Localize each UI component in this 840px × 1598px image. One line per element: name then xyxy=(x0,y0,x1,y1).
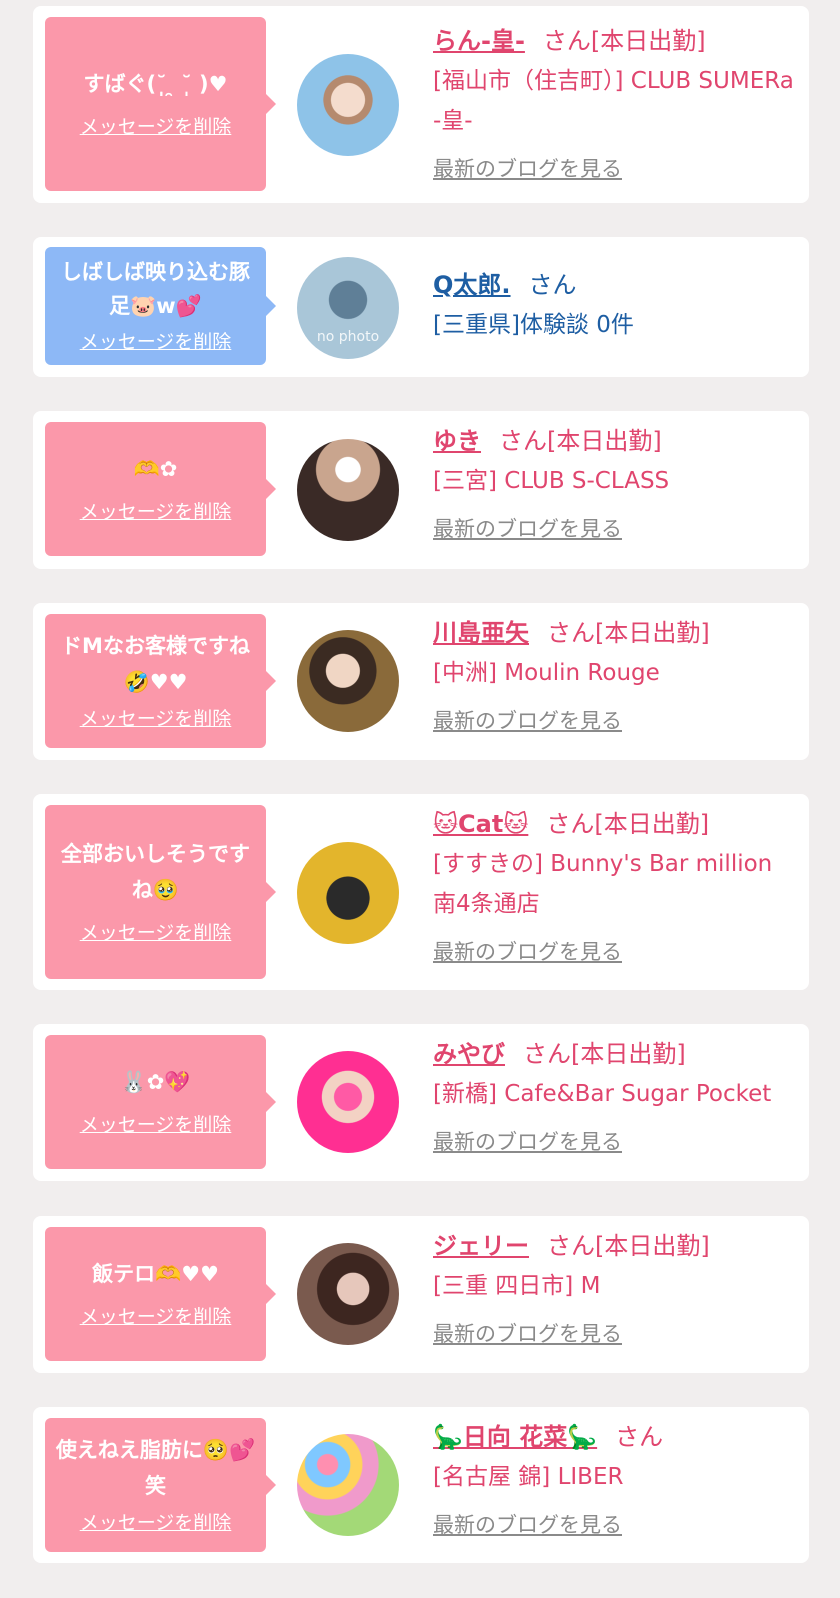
message-bubble: すばぐ(˘̩̩̩ ̯ ˘̩̩̩ )♥ メッセージを削除 xyxy=(45,17,276,191)
sender-status: さん[本日出勤] xyxy=(542,27,706,55)
shop-name: [すすきの] Bunny's Bar million 南4条通店 xyxy=(433,851,773,917)
sender-name-link[interactable]: Q太郎. xyxy=(433,271,511,299)
latest-blog-link[interactable]: 最新のブログを見る xyxy=(433,705,622,737)
delete-message-link[interactable]: メッセージを削除 xyxy=(80,1302,232,1332)
message-card: 使えねえ脂肪に🥺💕笑 メッセージを削除 🦕日向 花菜🦕 さん [名古屋 錦] LI… xyxy=(33,1407,809,1563)
delete-message-link[interactable]: メッセージを削除 xyxy=(80,1508,232,1538)
latest-blog-link[interactable]: 最新のブログを見る xyxy=(433,936,622,968)
sender-status: さん[本日出勤] xyxy=(499,427,662,455)
sender-status: さん xyxy=(528,271,577,299)
sender-name-link[interactable]: 🦕日向 花菜🦕 xyxy=(433,1423,597,1451)
sender-info: ジェリー さん[本日出勤] [三重 四日市] M 最新のブログを見る xyxy=(433,1226,797,1350)
sender-name-link[interactable]: ジェリー xyxy=(433,1232,529,1260)
sender-status: さん xyxy=(615,1423,664,1451)
avatar[interactable] xyxy=(297,630,399,732)
shop-name: [新橋] Cafe&Bar Sugar Pocket xyxy=(433,1081,772,1107)
latest-blog-link[interactable]: 最新のブログを見る xyxy=(433,513,622,545)
delete-message-link[interactable]: メッセージを削除 xyxy=(80,497,232,527)
message-text: ドMなお客様ですね🤣♥♥ xyxy=(61,634,250,694)
sender-name-link[interactable]: らん-皇- xyxy=(433,27,525,55)
delete-message-link[interactable]: メッセージを削除 xyxy=(80,918,232,948)
message-text: 全部おいしそうですね🥹 xyxy=(61,842,250,902)
shop-name: [三重県]体験談 0件 xyxy=(433,312,634,338)
avatar[interactable] xyxy=(297,1243,399,1345)
shop-name: [三宮] CLUB S-CLASS xyxy=(433,468,670,494)
sender-info: 🐱Cat🐱 さん[本日出勤] [すすきの] Bunny's Bar million… xyxy=(433,804,797,968)
sender-info: みやび さん[本日出勤] [新橋] Cafe&Bar Sugar Pocket 最… xyxy=(433,1034,797,1158)
message-text: 🫶✿ xyxy=(133,457,178,481)
latest-blog-link[interactable]: 最新のブログを見る xyxy=(433,153,622,185)
message-text: しばしば映り込む豚足🐷w💕 xyxy=(61,260,250,318)
sender-info: ゆき さん[本日出勤] [三宮] CLUB S-CLASS 最新のブログを見る xyxy=(433,421,797,545)
message-bubble: 🐰✿💖 メッセージを削除 xyxy=(45,1035,276,1169)
message-card: 🫶✿ メッセージを削除 ゆき さん[本日出勤] [三宮] CLUB S-CLASS… xyxy=(33,411,809,569)
message-text: 🐰✿💖 xyxy=(120,1070,191,1094)
sender-status: さん[本日出勤] xyxy=(546,810,710,838)
message-bubble: しばしば映り込む豚足🐷w💕 メッセージを削除 xyxy=(45,247,276,365)
shop-name: [名古屋 錦] LIBER xyxy=(433,1464,624,1490)
avatar[interactable] xyxy=(297,1051,399,1153)
message-card: 🐰✿💖 メッセージを削除 みやび さん[本日出勤] [新橋] Cafe&Bar S… xyxy=(33,1024,809,1181)
sender-status: さん[本日出勤] xyxy=(547,619,710,647)
sender-status: さん[本日出勤] xyxy=(547,1232,710,1260)
latest-blog-link[interactable]: 最新のブログを見る xyxy=(433,1509,622,1541)
message-card: ドMなお客様ですね🤣♥♥ メッセージを削除 川島亜矢 さん[本日出勤] [中洲] … xyxy=(33,603,809,760)
delete-message-link[interactable]: メッセージを削除 xyxy=(80,704,232,734)
message-card: 全部おいしそうですね🥹 メッセージを削除 🐱Cat🐱 さん[本日出勤] [すすきの… xyxy=(33,794,809,990)
message-card: すばぐ(˘̩̩̩ ̯ ˘̩̩̩ )♥ メッセージを削除 らん-皇- さん[本日出勤… xyxy=(33,6,809,203)
sender-info: 🦕日向 花菜🦕 さん [名古屋 錦] LIBER 最新のブログを見る xyxy=(433,1417,797,1541)
sender-name-link[interactable]: 🐱Cat🐱 xyxy=(433,810,528,838)
shop-name: [福山市（住吉町）] CLUB SUMERa -皇- xyxy=(433,68,794,134)
sender-info: らん-皇- さん[本日出勤] [福山市（住吉町）] CLUB SUMERa -皇-… xyxy=(433,21,797,185)
latest-blog-link[interactable]: 最新のブログを見る xyxy=(433,1126,622,1158)
sender-name-link[interactable]: みやび xyxy=(433,1040,505,1068)
avatar[interactable] xyxy=(297,842,399,944)
sender-status: さん[本日出勤] xyxy=(523,1040,686,1068)
sender-name-link[interactable]: 川島亜矢 xyxy=(433,619,529,647)
message-text: 使えねえ脂肪に🥺💕笑 xyxy=(55,1438,256,1498)
avatar[interactable] xyxy=(297,54,399,156)
delete-message-link[interactable]: メッセージを削除 xyxy=(80,327,232,357)
sender-name-link[interactable]: ゆき xyxy=(433,427,481,455)
message-bubble: 使えねえ脂肪に🥺💕笑 メッセージを削除 xyxy=(45,1418,276,1552)
sender-info: Q太郎. さん [三重県]体験談 0件 xyxy=(433,265,797,345)
avatar[interactable]: no photo xyxy=(297,257,399,359)
avatar[interactable] xyxy=(297,439,399,541)
avatar[interactable] xyxy=(297,1434,399,1536)
no-photo-label: no photo xyxy=(316,329,380,345)
delete-message-link[interactable]: メッセージを削除 xyxy=(80,1110,232,1140)
shop-name: [中洲] Moulin Rouge xyxy=(433,660,660,686)
message-card: しばしば映り込む豚足🐷w💕 メッセージを削除 no photo Q太郎. さん [… xyxy=(33,237,809,377)
shop-name: [三重 四日市] M xyxy=(433,1273,601,1299)
message-card: 飯テロ🫶♥♥ メッセージを削除 ジェリー さん[本日出勤] [三重 四日市] M … xyxy=(33,1216,809,1373)
delete-message-link[interactable]: メッセージを削除 xyxy=(80,112,232,142)
message-bubble: 🫶✿ メッセージを削除 xyxy=(45,422,276,556)
message-text: すばぐ(˘̩̩̩ ̯ ˘̩̩̩ )♥ xyxy=(83,72,228,96)
message-text: 飯テロ🫶♥♥ xyxy=(92,1262,219,1286)
message-bubble: 飯テロ🫶♥♥ メッセージを削除 xyxy=(45,1227,276,1361)
message-bubble: ドMなお客様ですね🤣♥♥ メッセージを削除 xyxy=(45,614,276,748)
message-bubble: 全部おいしそうですね🥹 メッセージを削除 xyxy=(45,805,276,979)
sender-info: 川島亜矢 さん[本日出勤] [中洲] Moulin Rouge 最新のブログを見る xyxy=(433,613,797,737)
latest-blog-link[interactable]: 最新のブログを見る xyxy=(433,1318,622,1350)
